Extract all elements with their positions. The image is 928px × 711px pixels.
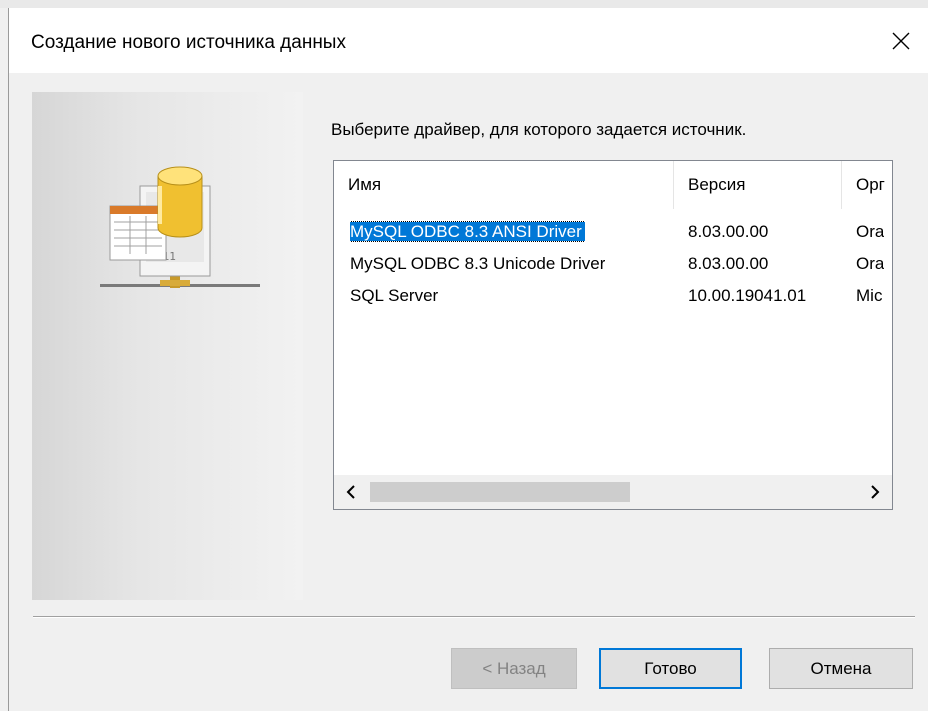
close-button[interactable] <box>874 8 928 73</box>
column-header-org[interactable]: Орг <box>842 161 892 209</box>
finish-button[interactable]: Готово <box>599 648 742 689</box>
driver-name: SQL Server <box>350 286 439 305</box>
data-source-icon: 011 <box>100 166 260 288</box>
horizontal-scrollbar[interactable] <box>334 475 892 509</box>
driver-version: 10.00.19041.01 <box>688 286 807 305</box>
list-item[interactable]: SQL Server 10.00.19041.01 Mic <box>334 281 892 311</box>
driver-org: Ora <box>856 254 885 273</box>
list-item[interactable]: MySQL ODBC 8.3 ANSI Driver 8.03.00.00 Or… <box>334 217 892 247</box>
separator-line <box>33 616 915 618</box>
chevron-left-icon <box>346 485 355 499</box>
wizard-side-panel: 011 <box>32 92 303 600</box>
driver-org: Ora <box>856 222 885 241</box>
close-icon <box>892 32 910 49</box>
dialog-window: Создание нового источника данных 011 <box>8 8 928 711</box>
chevron-right-icon <box>871 485 880 499</box>
list-header: Имя Версия Орг <box>334 161 892 209</box>
back-button[interactable]: < Назад <box>451 648 577 689</box>
column-header-version[interactable]: Версия <box>674 161 842 209</box>
scrollbar-thumb[interactable] <box>370 482 630 502</box>
driver-version: 8.03.00.00 <box>688 254 769 273</box>
scroll-right-button[interactable] <box>858 475 892 509</box>
driver-list[interactable]: Имя Версия Орг MySQL ODBC 8.3 ANSI Drive… <box>333 160 893 510</box>
instruction-text: Выберите драйвер, для которого задается … <box>331 120 747 139</box>
driver-name: MySQL ODBC 8.3 ANSI Driver <box>350 221 585 242</box>
driver-name: MySQL ODBC 8.3 Unicode Driver <box>350 254 606 273</box>
column-header-name[interactable]: Имя <box>334 161 674 209</box>
list-item[interactable]: MySQL ODBC 8.3 Unicode Driver 8.03.00.00… <box>334 249 892 279</box>
title-bar: Создание нового источника данных <box>9 8 928 73</box>
scroll-left-button[interactable] <box>334 475 368 509</box>
driver-org: Mic <box>856 286 883 305</box>
window-title: Создание нового источника данных <box>31 32 346 53</box>
cancel-button[interactable]: Отмена <box>769 648 913 689</box>
background-strip <box>0 0 928 8</box>
driver-version: 8.03.00.00 <box>688 222 769 241</box>
